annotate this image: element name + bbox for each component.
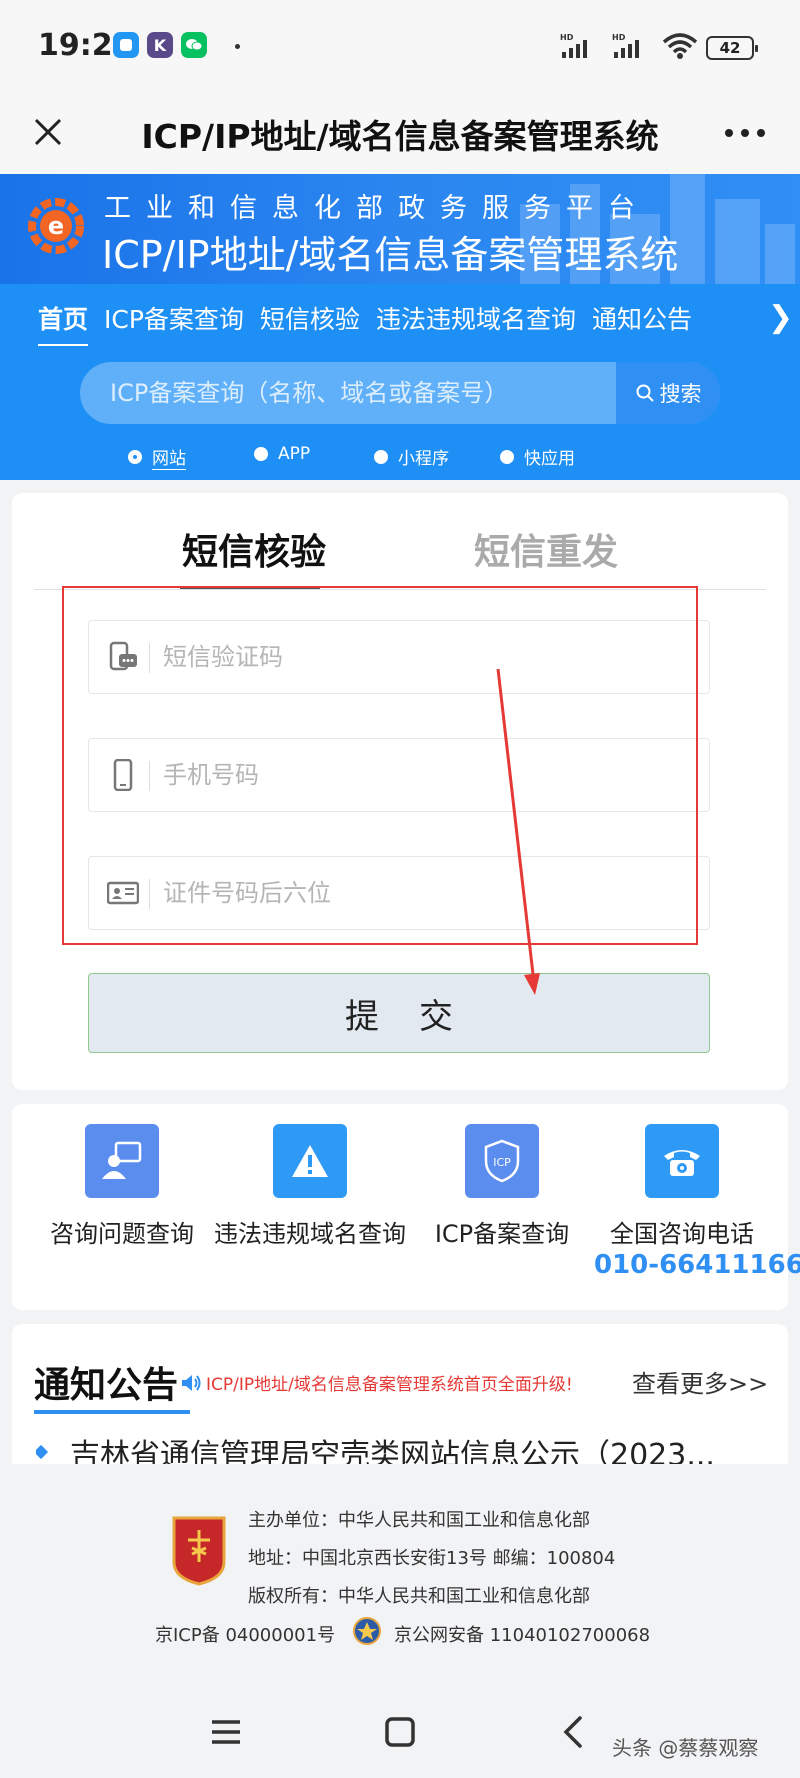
hotline-number[interactable]: 010-66411166 <box>594 1250 800 1280</box>
nav-more-arrow-icon[interactable]: ❯ <box>768 300 793 335</box>
radio-label: 网站 <box>152 444 186 470</box>
svg-text:HD: HD <box>612 33 626 42</box>
footer: 主办单位：中华人民共和国工业和信息化部 地址：中国北京西长安街13号 邮编：10… <box>0 1464 800 1684</box>
quick-link-label: 违法违规域名查询 <box>214 1220 406 1248</box>
banner-title: ICP/IP地址/域名信息备案管理系统 <box>102 233 679 277</box>
wechat-icon <box>181 32 207 58</box>
notification-dot-icon <box>235 44 240 49</box>
nav-item-illegal-domain[interactable]: 违法违规域名查询 <box>376 300 576 344</box>
search-type-radios: 网站 APP 小程序 快应用 <box>0 444 800 472</box>
notice-title: 通知公告 <box>34 1365 179 1406</box>
quick-link-hotline[interactable]: 全国咨询电话 <box>582 1124 782 1249</box>
banner-subtitle: 工业和信息化部政务服务平台 <box>104 193 650 224</box>
consult-icon <box>85 1124 159 1198</box>
watermark: 头条 @蔡蔡观察 <box>612 1736 759 1760</box>
nav-items: 首页 ICP备案查询 短信核验 违法违规域名查询 通知公告 <box>38 300 708 352</box>
footer-police-record[interactable]: 京公网安备 11040102700068 <box>394 1621 650 1647</box>
back-icon[interactable] <box>552 1710 596 1754</box>
notice-marquee[interactable]: ICP/IP地址/域名信息备案管理系统首页全面升级! <box>180 1370 573 1395</box>
footer-address: 地址：中国北京西长安街13号 邮编：100804 <box>248 1548 616 1569</box>
quick-link-icp-query[interactable]: ICP ICP备案查询 <box>402 1124 602 1249</box>
svg-text:HD: HD <box>560 33 574 42</box>
signal-hd-icon: HD <box>560 33 587 58</box>
nav-item-notice[interactable]: 通知公告 <box>592 300 692 344</box>
k-app-icon: K <box>147 32 173 58</box>
warning-icon <box>273 1124 347 1198</box>
radio-label: APP <box>278 444 311 464</box>
radio-label: 小程序 <box>398 449 449 469</box>
tab-sms-resend[interactable]: 短信重发 <box>474 523 618 575</box>
search-bar: 搜索 <box>80 362 720 424</box>
search-icon <box>636 384 654 402</box>
radio-dot-icon <box>128 450 142 464</box>
police-badge-icon <box>353 1617 381 1645</box>
svg-text:ICP: ICP <box>493 1156 511 1169</box>
notice-more-link[interactable]: 查看更多>> <box>632 1364 768 1399</box>
radio-quick-app[interactable]: 快应用 <box>500 444 575 469</box>
sms-verify-card: 短信核验 短信重发 提交 <box>12 493 788 1090</box>
highlight-box <box>62 586 698 945</box>
bullet-icon <box>36 1444 49 1460</box>
footer-sponsor: 主办单位：中华人民共和国工业和信息化部 <box>248 1510 590 1531</box>
radio-dot-icon <box>374 449 388 464</box>
quick-link-consult[interactable]: 咨询问题查询 <box>22 1124 222 1249</box>
quick-link-illegal-domain[interactable]: 违法违规域名查询 <box>210 1124 410 1249</box>
title-bar: ICP/IP地址/域名信息备案管理系统 <box>0 96 800 174</box>
nav-item-icp-query[interactable]: ICP备案查询 <box>104 300 244 344</box>
notice-card: 通知公告 ICP/IP地址/域名信息备案管理系统首页全面升级! 查看更多>> 吉… <box>12 1324 788 1473</box>
nav-item-home[interactable]: 首页 <box>38 300 89 346</box>
quick-links-card: 咨询问题查询 违法违规域名查询 ICP ICP备案查询 全国咨询电话 010-6… <box>12 1104 800 1310</box>
more-options-icon[interactable] <box>722 118 768 148</box>
search-input[interactable] <box>80 362 616 424</box>
menu-icon[interactable] <box>204 1710 248 1754</box>
app-blue-icon <box>113 32 139 58</box>
system-nav-bar: 头条 @蔡蔡观察 <box>0 1684 800 1778</box>
radio-label: 快应用 <box>524 449 575 469</box>
footer-icp-number[interactable]: 京ICP备 04000001号 <box>155 1621 335 1647</box>
radio-app[interactable]: APP <box>254 444 310 464</box>
notice-marquee-text: ICP/IP地址/域名信息备案管理系统首页全面升级! <box>206 1375 573 1395</box>
svg-text:e: e <box>48 212 64 240</box>
search-button-label: 搜索 <box>659 382 702 406</box>
signal-hd-2-icon: HD <box>612 33 639 58</box>
home-icon[interactable] <box>378 1710 422 1754</box>
submit-button[interactable]: 提交 <box>88 973 710 1053</box>
notice-title-underline <box>34 1410 190 1414</box>
radio-mini-program[interactable]: 小程序 <box>374 444 449 469</box>
nav-item-sms-verify[interactable]: 短信核验 <box>260 300 360 344</box>
police-emblem-icon <box>172 1516 226 1586</box>
nav-bar: 首页 ICP备案查询短信核验违法违规域名查询通知公告 ❯ 搜索 网站 APP 小程… <box>0 284 800 480</box>
telephone-icon <box>645 1124 719 1198</box>
footer-copyright: 版权所有：中华人民共和国工业和信息化部 <box>248 1586 590 1607</box>
radio-dot-icon <box>254 447 268 461</box>
header-banner: e 工业和信息化部政务服务平台 ICP/IP地址/域名信息备案管理系统 <box>0 174 800 284</box>
radio-dot-icon <box>500 449 514 464</box>
battery-icon: 42 <box>706 36 758 60</box>
speaker-icon <box>182 1374 201 1391</box>
miit-logo-icon: e <box>28 198 84 254</box>
quick-link-label: ICP备案查询 <box>434 1220 570 1248</box>
radio-website[interactable]: 网站 <box>128 444 186 470</box>
tab-sms-verify[interactable]: 短信核验 <box>182 523 326 575</box>
quick-link-label: 咨询问题查询 <box>50 1220 194 1248</box>
icp-shield-icon: ICP <box>465 1124 539 1198</box>
status-bar: 19:23 K HD HD 42 <box>0 0 800 96</box>
quick-link-label: 全国咨询电话 <box>610 1220 754 1248</box>
wifi-icon <box>662 33 698 59</box>
search-button[interactable]: 搜索 <box>616 362 720 424</box>
page-title: ICP/IP地址/域名信息备案管理系统 <box>141 117 659 156</box>
